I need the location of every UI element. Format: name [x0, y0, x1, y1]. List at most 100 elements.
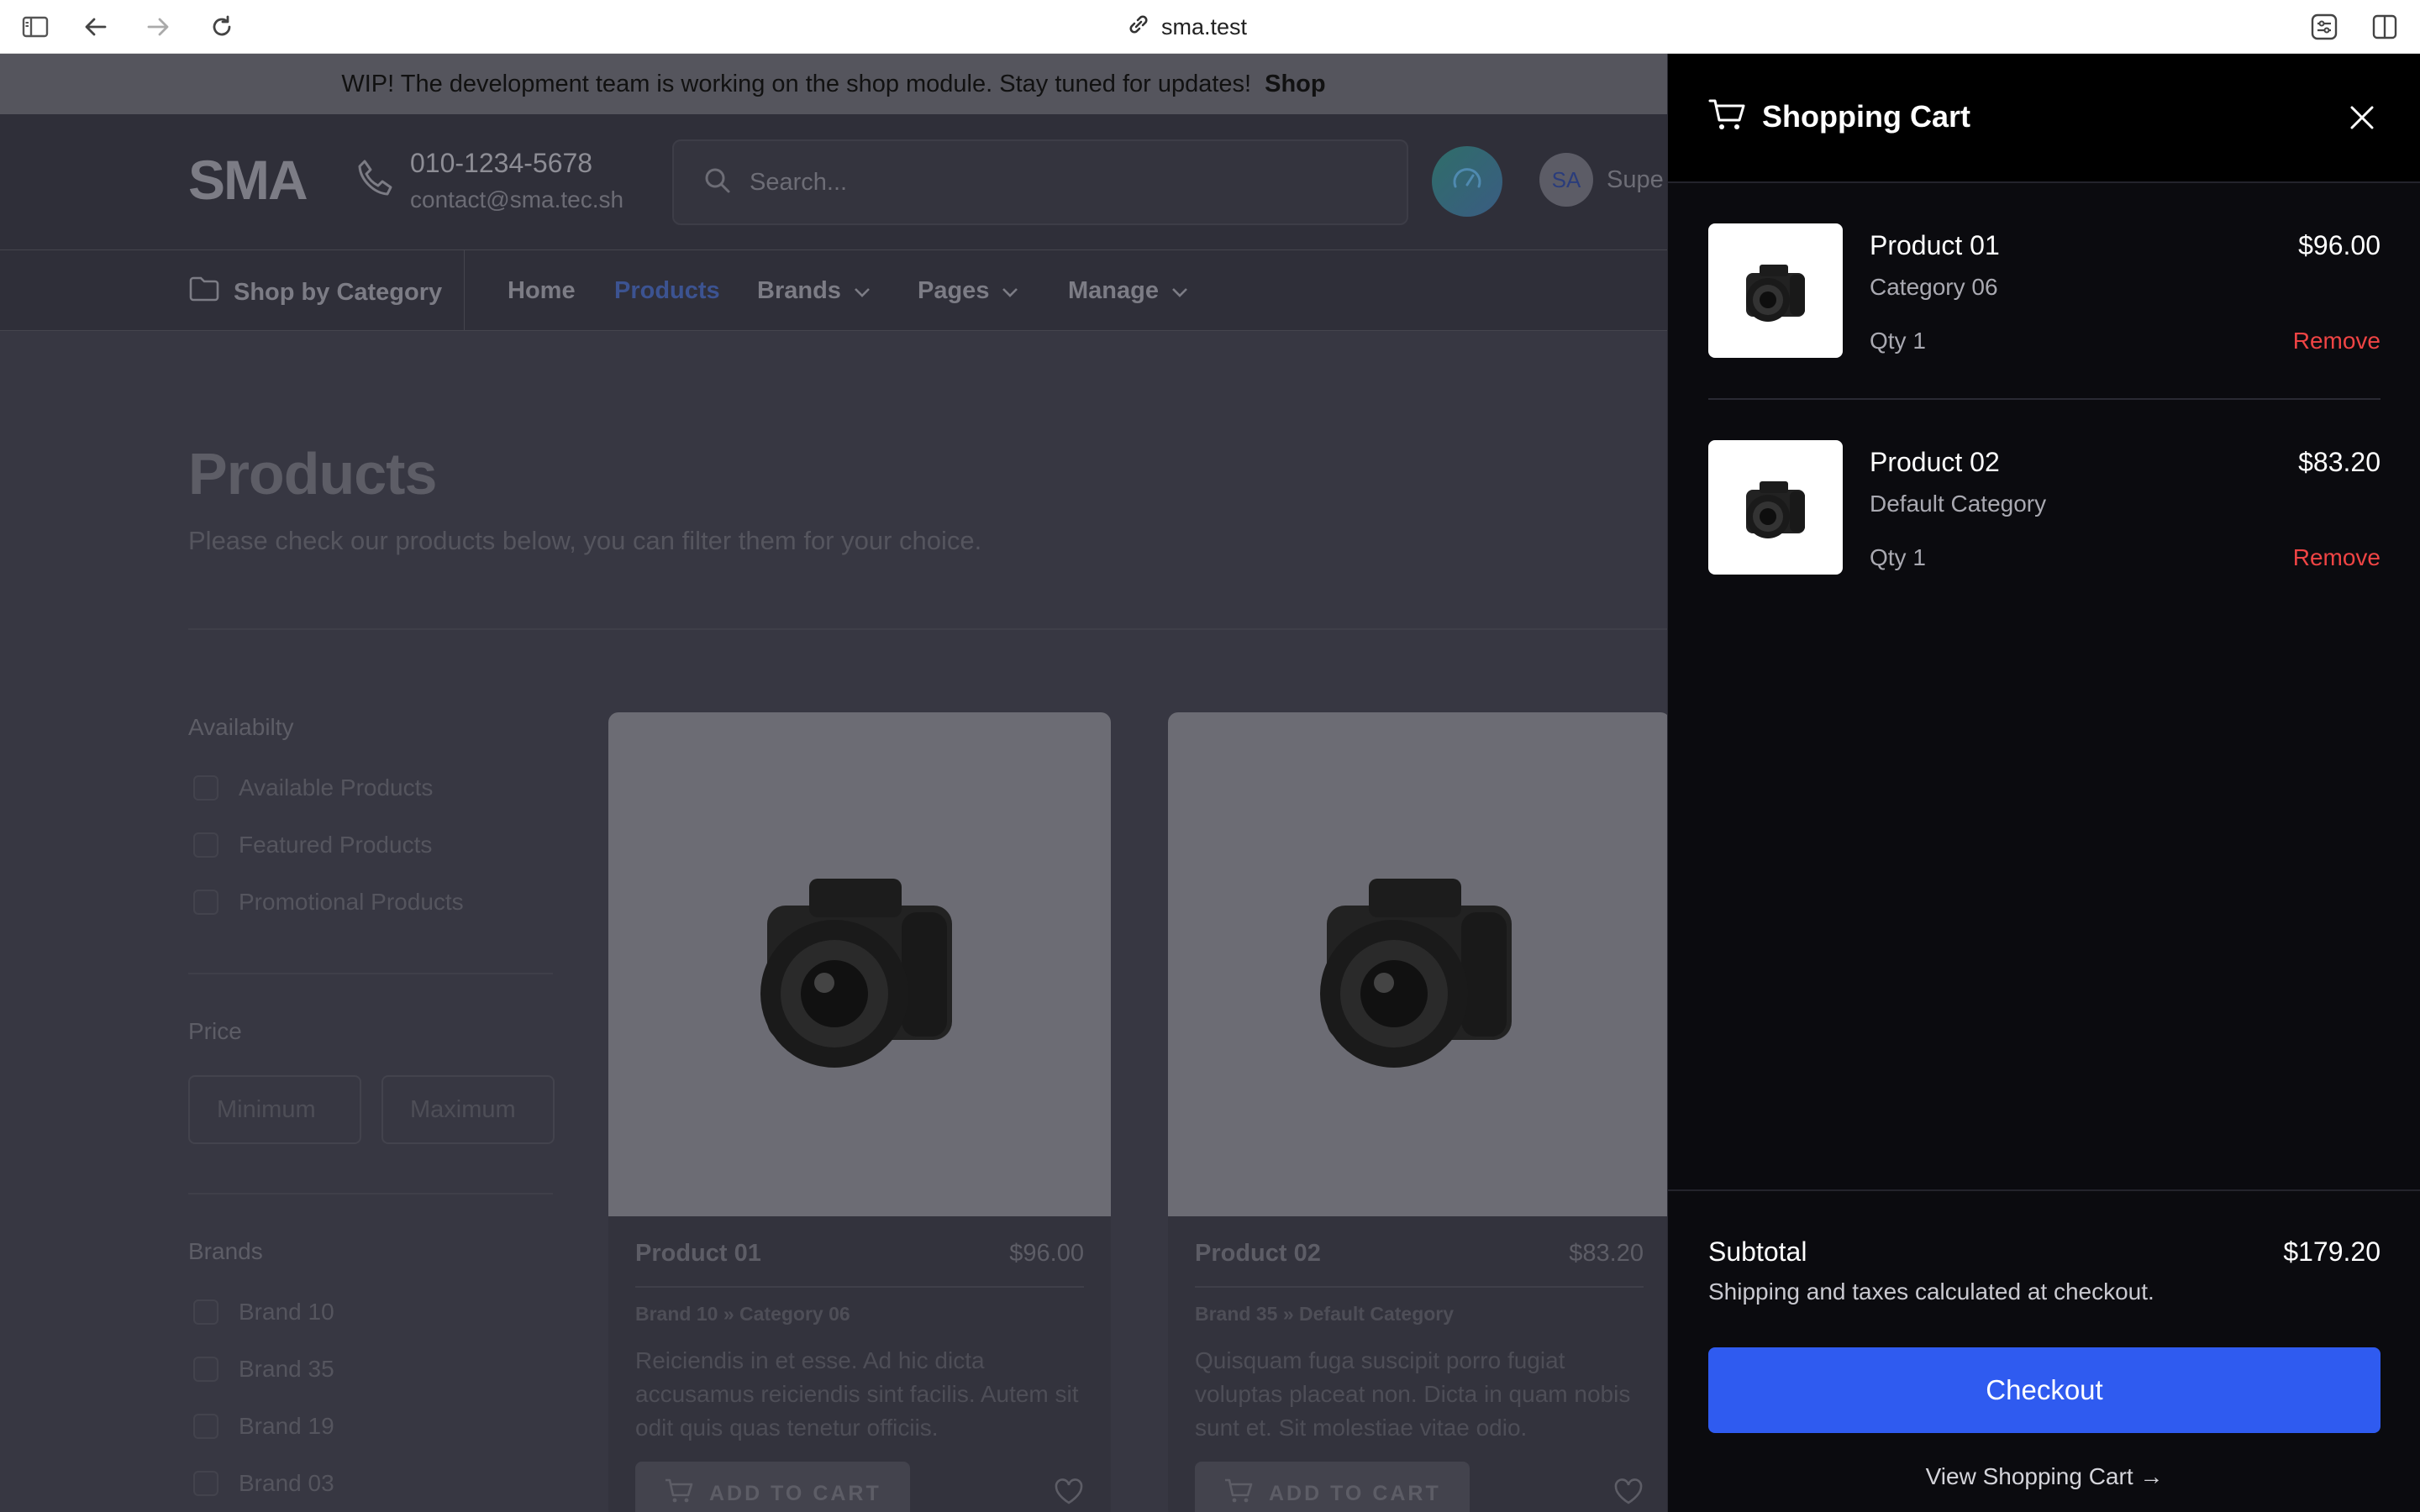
product-image[interactable]: [1168, 712, 1670, 1216]
filter-divider: [188, 973, 553, 974]
cart-item-price: $96.00: [2298, 230, 2381, 260]
checkbox[interactable]: [193, 1414, 218, 1439]
filter-option[interactable]: Brand 35: [193, 1356, 334, 1383]
main-nav: Shop by Category Home Products Brands Pa…: [0, 250, 1667, 331]
filter-option[interactable]: Brand 10: [193, 1299, 334, 1326]
link-icon: [1126, 12, 1151, 43]
remove-button[interactable]: Remove: [2293, 328, 2381, 354]
heart-icon[interactable]: [1613, 1478, 1644, 1509]
announcement-link[interactable]: Shop: [1265, 71, 1326, 98]
checkbox[interactable]: [193, 775, 218, 801]
product-card[interactable]: Product 01 $96.00 Brand 10 » Category 06 …: [608, 712, 1111, 1512]
checkbox[interactable]: [193, 890, 218, 915]
product-category[interactable]: Category 06: [739, 1303, 850, 1325]
cart-item-category: Default Category: [1870, 491, 2047, 517]
site-logo[interactable]: SMA: [188, 148, 308, 212]
product-breadcrumb: Brand 35 » Default Category: [1195, 1303, 1644, 1326]
filter-option[interactable]: Brand 19: [193, 1413, 334, 1440]
product-price: $96.00: [1009, 1240, 1084, 1267]
reload-icon[interactable]: [207, 12, 237, 42]
price-min-field[interactable]: Minimum: [188, 1075, 361, 1144]
product-description: Reiciendis in et esse. Ad hic dicta accu…: [635, 1347, 1079, 1441]
user-name[interactable]: Supe: [1607, 166, 1664, 194]
back-icon[interactable]: [81, 12, 111, 42]
phone-icon: [353, 156, 397, 204]
product-brand[interactable]: Brand 35: [1195, 1303, 1277, 1325]
nav-divider: [464, 250, 465, 331]
add-to-cart-button[interactable]: ADD TO CART: [635, 1462, 910, 1512]
chevron-down-icon: [1171, 277, 1189, 305]
product-category[interactable]: Default Category: [1299, 1303, 1454, 1325]
announcement-bar: WIP! The development team is working on …: [0, 54, 1667, 114]
search-box[interactable]: [672, 139, 1408, 225]
product-image[interactable]: [608, 712, 1111, 1216]
add-to-cart-label: ADD TO CART: [709, 1481, 881, 1505]
remove-button[interactable]: Remove: [2293, 544, 2381, 571]
checkout-button[interactable]: Checkout: [1708, 1347, 2381, 1433]
heart-icon[interactable]: [1054, 1478, 1084, 1509]
search-input[interactable]: [750, 168, 1338, 197]
product-name[interactable]: Product 01: [635, 1240, 761, 1268]
nav-item-home[interactable]: Home: [508, 277, 576, 305]
filter-option-label: Brand 35: [239, 1356, 334, 1382]
forward-icon[interactable]: [143, 12, 173, 42]
filter-divider: [188, 1193, 553, 1194]
cart-item-name[interactable]: Product 01: [1870, 230, 2000, 261]
filter-option[interactable]: Available Products: [193, 774, 433, 801]
checkbox[interactable]: [193, 1299, 218, 1325]
checkbox[interactable]: [193, 1471, 218, 1496]
checkbox[interactable]: [193, 1357, 218, 1382]
nav-item-label: Brands: [757, 277, 841, 304]
shopping-cart-panel: Shopping Cart Product 01 Category 06 Qty…: [1667, 54, 2420, 1512]
filter-option[interactable]: Promotional Products: [193, 889, 464, 916]
nav-item-brands[interactable]: Brands: [757, 277, 871, 305]
dashboard-button[interactable]: [1432, 146, 1502, 217]
filter-heading-brands: Brands: [188, 1238, 263, 1264]
price-max-field[interactable]: Maximum: [381, 1075, 555, 1144]
cart-line-item: Product 01 Category 06 Qty 1 $96.00 Remo…: [1708, 223, 2381, 358]
cart-line-item: Product 02 Default Category Qty 1 $83.20…: [1708, 440, 2381, 575]
filter-option[interactable]: Featured Products: [193, 832, 432, 858]
address-bar[interactable]: sma.test: [1126, 12, 1247, 42]
view-shopping-cart-link[interactable]: View Shopping Cart →: [1668, 1463, 2420, 1490]
product-name[interactable]: Product 02: [1195, 1240, 1321, 1268]
browser-toolbar: sma.test: [0, 0, 2420, 54]
close-icon[interactable]: [2344, 99, 2381, 136]
sidebar-toggle-icon[interactable]: [20, 12, 50, 42]
camera-icon: [1320, 879, 1512, 1068]
split-view-icon[interactable]: [2370, 12, 2400, 42]
camera-icon: [1746, 481, 1805, 538]
cart-header: Shopping Cart: [1668, 54, 2420, 183]
nav-item-pages[interactable]: Pages: [918, 277, 1019, 305]
folder-icon: [188, 276, 220, 309]
add-to-cart-button[interactable]: ADD TO CART: [1195, 1462, 1470, 1512]
cart-item-price: $83.20: [2298, 447, 2381, 477]
checkbox[interactable]: [193, 832, 218, 858]
cart-item-image[interactable]: [1708, 223, 1843, 358]
subtotal-label: Subtotal: [1708, 1236, 1807, 1267]
contact-phone[interactable]: 010-1234-5678: [410, 148, 592, 179]
camera-icon: [760, 879, 952, 1068]
shop-by-category-button[interactable]: Shop by Category: [188, 276, 442, 309]
site-header: SMA 010-1234-5678 contact@sma.tec.sh SA …: [0, 114, 1667, 250]
nav-item-products[interactable]: Products: [614, 277, 720, 305]
product-price: $83.20: [1569, 1240, 1644, 1267]
filter-option[interactable]: Brand 03: [193, 1470, 334, 1497]
product-brand[interactable]: Brand 10: [635, 1303, 718, 1325]
gauge-icon: [1449, 161, 1486, 202]
chevron-down-icon: [853, 277, 871, 305]
contact-email[interactable]: contact@sma.tec.sh: [410, 186, 623, 213]
filter-option-label: Featured Products: [239, 832, 433, 858]
cart-item-name[interactable]: Product 02: [1870, 447, 2000, 478]
search-icon: [702, 165, 733, 200]
cart-item-image[interactable]: [1708, 440, 1843, 575]
extension-icon[interactable]: [2309, 12, 2339, 42]
divider: [1708, 398, 2381, 400]
breadcrumb-separator: »: [1282, 1303, 1294, 1325]
subtotal-value: $179.20: [2283, 1236, 2381, 1267]
page-subtitle: Please check our products below, you can…: [188, 526, 982, 555]
nav-item-manage[interactable]: Manage: [1068, 277, 1189, 305]
shipping-note: Shipping and taxes calculated at checkou…: [1708, 1278, 2154, 1305]
product-card[interactable]: Product 02 $83.20 Brand 35 » Default Cate…: [1168, 712, 1670, 1512]
avatar[interactable]: SA: [1539, 153, 1593, 207]
